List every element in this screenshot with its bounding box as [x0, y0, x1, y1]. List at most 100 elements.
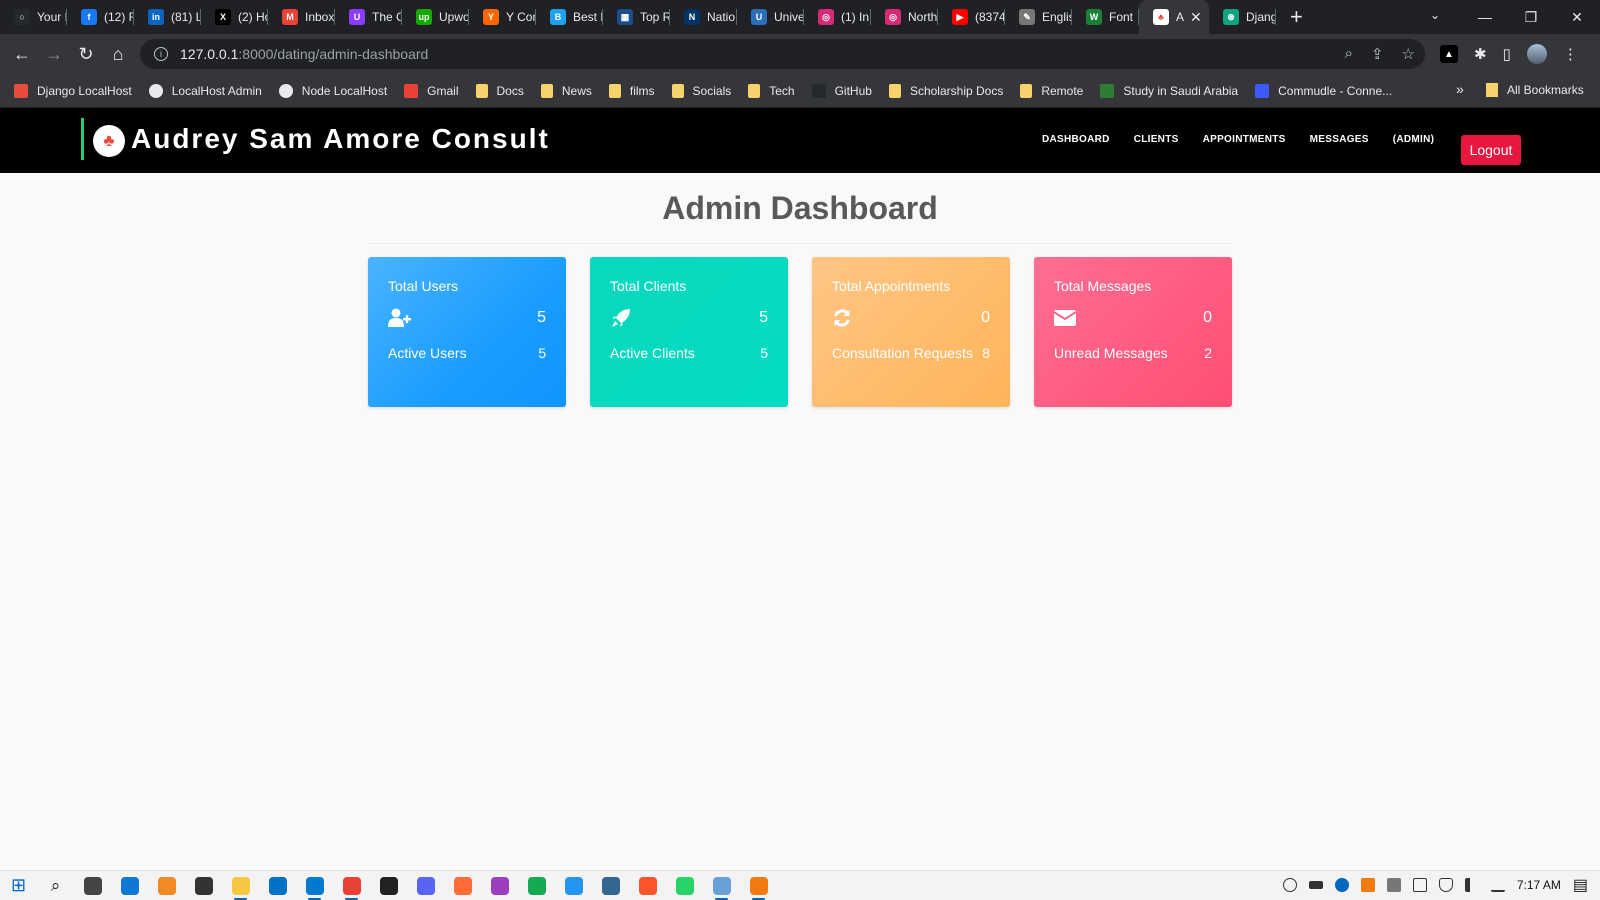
browser-tab[interactable]: f (12) F: [67, 0, 134, 34]
brand-name[interactable]: Audrey Sam Amore Consult: [131, 123, 550, 155]
nav-admin[interactable]: (ADMIN): [1393, 134, 1435, 145]
taskbar-app-chrome[interactable]: [333, 871, 370, 900]
taskbar-app-sublime[interactable]: [148, 871, 185, 900]
people-icon[interactable]: [1282, 878, 1297, 892]
taskbar-app-docker[interactable]: [555, 871, 592, 900]
bookmark-item[interactable]: Tech: [748, 83, 795, 98]
browser-tab[interactable]: ◎ North: [871, 0, 938, 34]
bookmarks-overflow-icon[interactable]: »: [1456, 81, 1464, 97]
browser-tab[interactable]: B Best F: [536, 0, 603, 34]
close-tab-icon[interactable]: ✕: [1190, 9, 1202, 26]
bookmark-star-icon[interactable]: ☆: [1402, 45, 1415, 63]
minimize-icon[interactable]: —: [1462, 9, 1508, 25]
taskbar-app-brave[interactable]: [629, 871, 666, 900]
bookmark-item[interactable]: Scholarship Docs: [888, 83, 1003, 98]
home-icon[interactable]: ⌂: [102, 44, 134, 65]
taskbar-app-task-view[interactable]: [74, 871, 111, 900]
battery-icon[interactable]: [1308, 881, 1323, 889]
volume-icon[interactable]: [1464, 878, 1479, 892]
forward-icon[interactable]: →: [38, 44, 70, 65]
bookmark-item[interactable]: Commudle - Conne...: [1255, 83, 1392, 98]
zoom-icon[interactable]: ⌕: [1345, 45, 1353, 63]
brand-logo[interactable]: ♣: [93, 125, 125, 157]
nav-appointments[interactable]: APPOINTMENTS: [1203, 134, 1286, 145]
browser-tab[interactable]: ◎ (1) In: [804, 0, 871, 34]
taskbar-app-discord[interactable]: [407, 871, 444, 900]
taskbar-app-vscode[interactable]: [296, 871, 333, 900]
browser-tab[interactable]: ▦ Top R: [603, 0, 670, 34]
bookmark-item[interactable]: Django LocalHost: [14, 83, 132, 98]
browser-tab[interactable]: up Upwo: [402, 0, 469, 34]
browser-tab[interactable]: U Unive: [737, 0, 804, 34]
address-bar[interactable]: i 127.0.0.1:8000/dating/admin-dashboard …: [140, 39, 1425, 69]
browser-tab[interactable]: ▶ (8374: [938, 0, 1005, 34]
mongodb-icon: [527, 876, 546, 895]
taskbar-app-postgres[interactable]: [592, 871, 629, 900]
clock[interactable]: 7:17 AM: [1517, 878, 1561, 892]
site-info-icon[interactable]: i: [154, 47, 168, 61]
back-icon[interactable]: ←: [6, 44, 38, 65]
vlc-tray-icon[interactable]: [1360, 878, 1375, 892]
nav-dashboard[interactable]: DASHBOARD: [1042, 134, 1110, 145]
shield-icon[interactable]: [1438, 878, 1453, 892]
taskbar-app-explorer[interactable]: [222, 871, 259, 900]
bookmark-item[interactable]: Node LocalHost: [278, 83, 387, 98]
taskbar-app-mongodb[interactable]: [518, 871, 555, 900]
browser-tab-active[interactable]: ♣ A ✕: [1139, 0, 1209, 34]
close-window-icon[interactable]: ✕: [1554, 9, 1600, 26]
profile-avatar[interactable]: [1526, 44, 1547, 64]
browser-tab[interactable]: in (81) L: [134, 0, 201, 34]
nav-clients[interactable]: CLIENTS: [1134, 134, 1179, 145]
taskbar-app-remote-desktop[interactable]: [703, 871, 740, 900]
browser-tab[interactable]: ✎ Englis: [1005, 0, 1072, 34]
bookmark-item[interactable]: Docs: [475, 83, 524, 98]
card-sub-label: Active Clients: [610, 345, 695, 361]
bookmark-label: LocalHost Admin: [171, 83, 262, 98]
reload-icon[interactable]: ↻: [70, 44, 102, 65]
taskbar-app-mongo-compass[interactable]: [481, 871, 518, 900]
bookmark-item[interactable]: Socials: [671, 83, 731, 98]
browser-tab[interactable]: X (2) Ho: [201, 0, 268, 34]
taskbar-app-vlc[interactable]: [740, 871, 777, 900]
browser-tab[interactable]: ○ Your F: [0, 0, 67, 34]
extension-icon[interactable]: ▲: [1440, 45, 1458, 63]
taskbar-app-mail[interactable]: [259, 871, 296, 900]
bookmark-item[interactable]: LocalHost Admin: [148, 83, 262, 98]
start-button[interactable]: ⊞: [0, 871, 37, 900]
bookmark-item[interactable]: Gmail: [404, 83, 459, 98]
taskbar-app-store[interactable]: [185, 871, 222, 900]
tray-app-icon[interactable]: [1386, 878, 1401, 892]
bookmark-item[interactable]: GitHub: [811, 83, 872, 98]
chrome-menu-icon[interactable]: ⋮: [1563, 45, 1578, 63]
share-icon[interactable]: ⇪: [1371, 45, 1384, 63]
taskbar-app-postman[interactable]: [444, 871, 481, 900]
bluetooth-icon[interactable]: [1334, 878, 1349, 892]
taskbar-app-edge[interactable]: [111, 871, 148, 900]
bookmark-item[interactable]: films: [608, 83, 655, 98]
notification-icon[interactable]: ▤: [1573, 875, 1588, 895]
bookmark-item[interactable]: News: [540, 83, 592, 98]
taskbar-search[interactable]: ⌕: [37, 871, 74, 900]
side-panel-icon[interactable]: ▯: [1503, 45, 1511, 63]
taskbar-app-whatsapp[interactable]: [666, 871, 703, 900]
wifi-icon[interactable]: [1412, 878, 1427, 892]
all-bookmarks[interactable]: All Bookmarks: [1486, 83, 1584, 97]
extensions-puzzle-icon[interactable]: ✱: [1474, 45, 1487, 63]
restore-icon[interactable]: ❐: [1508, 9, 1554, 26]
taskbar-app-notes[interactable]: [370, 871, 407, 900]
browser-tab[interactable]: U The C: [335, 0, 402, 34]
browser-tab[interactable]: ⊛ Djang: [1209, 0, 1276, 34]
nav-messages[interactable]: MESSAGES: [1310, 134, 1369, 145]
bookmark-item[interactable]: Remote: [1020, 83, 1083, 98]
browser-tab[interactable]: Y Y Con: [469, 0, 536, 34]
new-tab-button[interactable]: +: [1290, 6, 1303, 28]
notes-icon: [379, 876, 398, 895]
bookmark-item[interactable]: Study in Saudi Arabia: [1100, 83, 1238, 98]
browser-tab[interactable]: N Natio: [670, 0, 737, 34]
browser-tab[interactable]: M Inbox: [268, 0, 335, 34]
folder-icon: [1486, 83, 1498, 97]
logout-button[interactable]: Logout: [1461, 135, 1521, 165]
tab-search-icon[interactable]: ⌄: [1430, 8, 1440, 22]
pen-icon[interactable]: [1490, 878, 1505, 892]
browser-tab[interactable]: W Font: [1072, 0, 1139, 34]
